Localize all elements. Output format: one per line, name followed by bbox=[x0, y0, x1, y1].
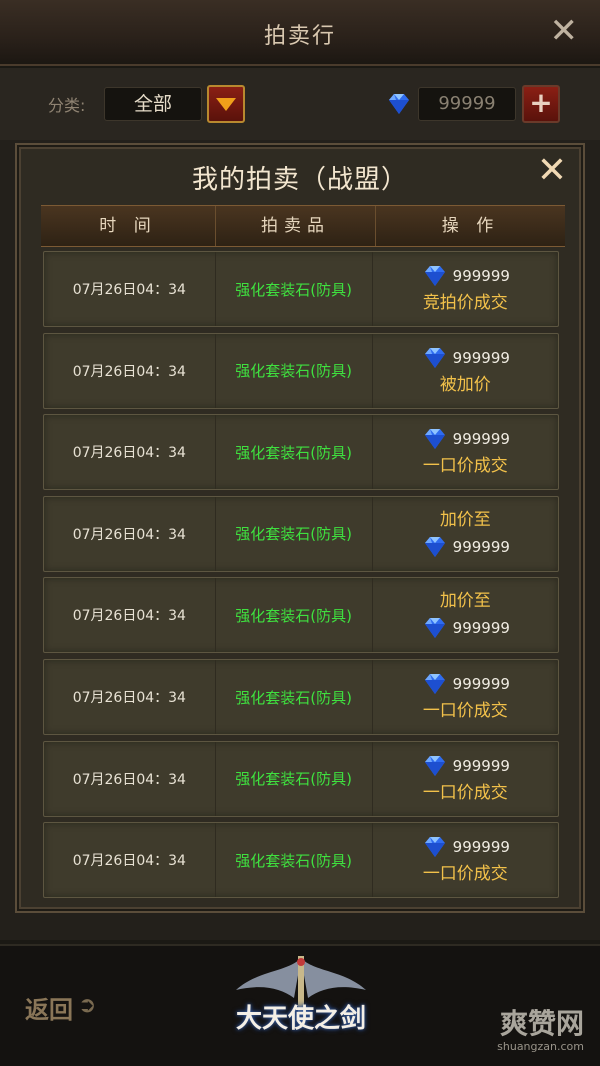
watermark-url: shuangzan.com bbox=[497, 1040, 584, 1053]
dropdown-triangle-icon bbox=[216, 98, 236, 111]
table-row[interactable]: 07月26日04：34 强化套装石(防具) 999999 一口价成交 bbox=[43, 740, 559, 817]
item-cell: 强化套装石(防具) bbox=[216, 823, 373, 898]
price-line: 999999 bbox=[421, 614, 510, 642]
category-dropdown-button[interactable] bbox=[207, 85, 245, 123]
diamond-icon bbox=[421, 535, 449, 559]
action-cell: 999999 一口价成交 bbox=[373, 823, 558, 897]
back-button[interactable]: 返回 bbox=[25, 990, 73, 1025]
status-text: 一口价成交 bbox=[422, 701, 508, 721]
column-header-time: 时 间 bbox=[41, 206, 216, 246]
diamond-icon bbox=[421, 754, 449, 778]
bottom-bar: 返回 ➲ 大天使之剑 爽赞网 shuangzan.com bbox=[0, 944, 600, 1066]
table-header: 时 间 拍卖品 操 作 bbox=[41, 205, 565, 247]
column-header-action: 操 作 bbox=[441, 216, 500, 236]
time-cell: 07月26日04：34 bbox=[44, 252, 216, 326]
watermark: 爽赞网 bbox=[499, 1007, 584, 1040]
currency-amount: 99999 bbox=[418, 87, 516, 121]
time-cell: 07月26日04：34 bbox=[44, 660, 216, 734]
action-cell: 加价至 999999 bbox=[373, 578, 558, 652]
diamond-icon bbox=[421, 835, 449, 859]
diamond-icon bbox=[421, 427, 449, 451]
table-row[interactable]: 07月26日04：34 强化套装石(防具) 加价至 999999 bbox=[43, 577, 559, 654]
table-row[interactable]: 07月26日04：34 强化套装石(防具) 999999 一口价成交 bbox=[43, 659, 559, 735]
column-header-item: 拍卖品 bbox=[216, 206, 376, 246]
add-currency-button[interactable]: + bbox=[522, 85, 560, 123]
price-value: 999999 bbox=[452, 348, 510, 367]
diamond-icon bbox=[421, 346, 449, 370]
table-row[interactable]: 07月26日04：34 强化套装石(防具) 999999 一口价成交 bbox=[43, 414, 559, 491]
price-value: 999999 bbox=[452, 267, 510, 285]
status-text: 竞拍价成交 bbox=[422, 293, 508, 313]
price-line: 999999 bbox=[421, 425, 510, 453]
price-value: 999999 bbox=[452, 430, 510, 449]
diamond-icon bbox=[421, 264, 449, 288]
time-cell: 07月26日04：34 bbox=[44, 415, 216, 490]
time-cell: 07月26日04：34 bbox=[44, 496, 216, 571]
price-value: 999999 bbox=[452, 675, 510, 693]
game-logo: 大天使之剑 bbox=[228, 954, 374, 1062]
title-bar: 拍卖行 ✕ bbox=[0, 0, 600, 66]
price-line: 999999 bbox=[421, 833, 510, 861]
time-cell: 07月26日04：34 bbox=[44, 578, 216, 653]
item-cell: 强化套装石(防具) bbox=[216, 660, 373, 734]
close-icon[interactable]: ✕ bbox=[550, 14, 579, 48]
diamond-icon bbox=[421, 672, 449, 696]
action-cell: 999999 被加价 bbox=[373, 334, 558, 408]
status-text: 一口价成交 bbox=[422, 456, 508, 477]
action-cell: 999999 竞拍价成交 bbox=[373, 252, 558, 326]
price-line: 999999 bbox=[421, 670, 510, 698]
table-row[interactable]: 07月26日04：34 强化套装石(防具) 999999 被加价 bbox=[43, 332, 559, 409]
table-row[interactable]: 07月26日04：34 强化套装石(防具) 加价至 999999 bbox=[43, 495, 559, 572]
diamond-icon bbox=[385, 92, 413, 116]
status-text: 一口价成交 bbox=[422, 864, 508, 885]
item-cell: 强化套装石(防具) bbox=[216, 578, 373, 653]
action-cell: 999999 一口价成交 bbox=[373, 742, 558, 816]
item-cell: 强化套装石(防具) bbox=[216, 333, 373, 408]
price-line: 999999 bbox=[421, 533, 510, 561]
category-select[interactable]: 全部 bbox=[104, 87, 202, 121]
price-line: 999999 bbox=[421, 752, 510, 780]
status-text: 加价至 bbox=[439, 509, 491, 530]
price-value: 999999 bbox=[452, 756, 510, 775]
price-line: 999999 bbox=[421, 262, 510, 290]
price-value: 999999 bbox=[452, 838, 510, 857]
dialog-title: 我的拍卖（战盟） bbox=[191, 165, 408, 195]
price-value: 999999 bbox=[452, 537, 510, 556]
time-cell: 07月26日04：34 bbox=[44, 741, 216, 816]
table-row[interactable]: 07月26日04：34 强化套装石(防具) 999999 竞拍价成交 bbox=[43, 251, 559, 327]
item-cell: 强化套装石(防具) bbox=[216, 496, 373, 571]
category-label: 分类: bbox=[48, 96, 86, 115]
diamond-icon bbox=[421, 616, 449, 640]
item-cell: 强化套装石(防具) bbox=[216, 741, 373, 816]
status-text: 被加价 bbox=[439, 374, 491, 395]
price-value: 999999 bbox=[452, 619, 510, 638]
time-cell: 07月26日04：34 bbox=[44, 333, 216, 408]
back-arrow-icon: ➲ bbox=[78, 993, 97, 1018]
logo-text: 大天使之剑 bbox=[235, 1004, 366, 1034]
window-title: 拍卖行 bbox=[263, 24, 336, 49]
status-text: 加价至 bbox=[439, 591, 491, 612]
close-icon[interactable]: ✕ bbox=[537, 153, 567, 189]
item-cell: 强化套装石(防具) bbox=[216, 252, 373, 326]
item-cell: 强化套装石(防具) bbox=[216, 415, 373, 490]
action-cell: 加价至 999999 bbox=[373, 497, 558, 571]
action-cell: 999999 一口价成交 bbox=[373, 415, 558, 489]
time-cell: 07月26日04：34 bbox=[44, 823, 216, 898]
action-cell: 999999 一口价成交 bbox=[373, 660, 558, 734]
status-text: 一口价成交 bbox=[422, 782, 508, 803]
table-row[interactable]: 07月26日04：34 强化套装石(防具) 999999 一口价成交 bbox=[43, 822, 559, 899]
price-line: 999999 bbox=[421, 344, 510, 372]
my-auction-dialog: 我的拍卖（战盟） ✕ 时 间 拍卖品 操 作 07月26日04：34 强化套装石(… bbox=[15, 143, 585, 913]
